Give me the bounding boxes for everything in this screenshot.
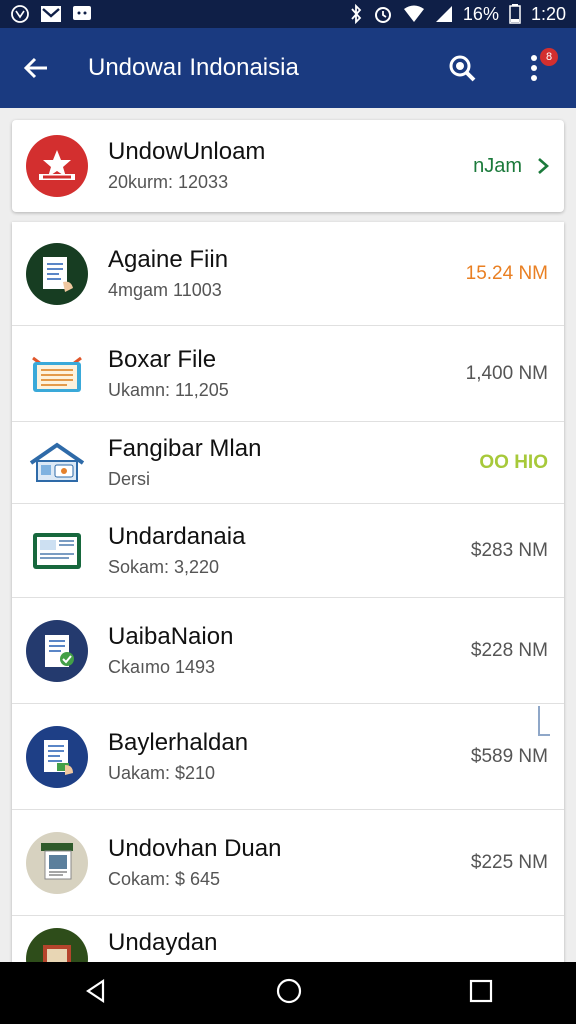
app-bar: Undowaı Indonaisia 8 (0, 28, 576, 108)
search-button[interactable] (444, 50, 480, 86)
item-list: Againe Fiin 4mgam 11003 15.24 NM Boxar F… (12, 222, 564, 982)
featured-card[interactable]: UndowUnloam 20kurm: 12033 nJam (12, 120, 564, 212)
featured-subtitle: 20kurm: 12033 (108, 172, 229, 192)
home-circle-icon[interactable] (275, 977, 303, 1010)
list-item[interactable]: Undovhan Duan Cokam: $ 645 $225 NM (12, 810, 564, 916)
list-item-value: $228 NM (470, 639, 548, 661)
list-item-title: Baylerhaldan (108, 728, 249, 756)
list-item[interactable]: Undardanaia Sokam: 3,220 $283 NM (12, 504, 564, 598)
list-item-text: Undovhan Duan Cokam: $ 645 (108, 834, 471, 892)
chevron-right-icon (538, 158, 549, 174)
status-left (10, 4, 92, 24)
list-item-value: $283 NM (470, 539, 548, 561)
list-item[interactable]: Baylerhaldan Uakam: $210 $589 NM (12, 704, 564, 810)
clock: 1:20 (530, 3, 566, 24)
scroll-indicator (538, 706, 550, 736)
list-item-subtitle: Dersi (108, 468, 151, 489)
list-item-title: Undaydan (108, 929, 218, 956)
list-item[interactable]: Boxar File Ukamn: 11,205 1,400 NM (12, 326, 564, 422)
notification-badge: 8 (540, 48, 558, 66)
list-item-title: UaibaNaion (108, 622, 234, 650)
list-item-title: Undovhan Duan (108, 834, 282, 862)
featured-title: UndowUnloam (108, 138, 266, 165)
list-item-text: Undardanaia Sokam: 3,220 (108, 522, 471, 580)
house-icon (26, 432, 88, 494)
list-item-title: Fangibar Mlan (108, 434, 262, 462)
back-triangle-icon[interactable] (83, 978, 109, 1009)
list-item-subtitle: Ckaımo 1493 (108, 656, 216, 677)
list-item-subtitle: Uakam: $210 (108, 762, 216, 783)
list-item-title: Undardanaia (108, 522, 246, 550)
battery-percent: 16% (462, 3, 499, 24)
more-options-button[interactable]: 8 (516, 48, 558, 86)
list-item-text: Fangibar Mlan Dersi (108, 434, 479, 492)
list-item-text: Boxar File Ukamn: 11,205 (108, 345, 466, 403)
list-item[interactable]: UaibaNaion Ckaımo 1493 $228 NM (12, 598, 564, 704)
list-item-text: Againe Fiin 4mgam 11003 (108, 245, 466, 303)
list-item-value: 15.24 NM (465, 262, 548, 284)
list-item-subtitle: 4mgam 11003 (108, 279, 222, 300)
search-icon (449, 55, 476, 82)
poster-icon (26, 831, 88, 894)
bluetooth-icon (349, 4, 363, 24)
list-item-text: Baylerhaldan Uakam: $210 (108, 728, 471, 786)
battery-icon (509, 4, 521, 24)
gmail-icon (40, 5, 62, 23)
featured-action[interactable]: nJam (473, 155, 522, 178)
list-item-value: $589 NM (470, 745, 548, 767)
list-item[interactable]: Fangibar Mlan Dersi OO HIO (12, 422, 564, 504)
back-arrow-icon (23, 57, 47, 79)
list-item-subtitle: Cokam: $ 645 (108, 868, 221, 889)
star-logo-icon (26, 135, 88, 197)
list-item-title: Boxar File (108, 345, 217, 373)
alarm-icon (373, 4, 393, 24)
app-actions: 8 (444, 48, 558, 86)
page-title: Undowaı Indonaisia (88, 54, 299, 81)
list-item[interactable]: Againe Fiin 4mgam 11003 15.24 NM (12, 222, 564, 326)
status-bar: 16% 1:20 (0, 0, 576, 28)
signal-icon (435, 5, 453, 23)
circle-phone-icon (10, 4, 30, 24)
navigation-bar (0, 962, 576, 1024)
list-item-subtitle: Ukamn: 11,205 (108, 379, 229, 400)
wifi-icon (403, 5, 425, 23)
recents-square-icon[interactable] (469, 979, 493, 1008)
message-icon (72, 5, 92, 23)
status-right: 16% 1:20 (349, 4, 566, 25)
featured-text: UndowUnloam 20kurm: 12033 (108, 137, 473, 195)
list-item-text: Undaydan (108, 928, 550, 958)
document-hand-icon (26, 725, 88, 788)
list-item-value: 1,400 NM (465, 362, 548, 384)
monitor-file-icon (26, 343, 88, 405)
list-item-value: OO HIO (479, 451, 548, 473)
list-item-text: UaibaNaion Ckaımo 1493 (108, 622, 471, 680)
list-item-title: Againe Fiin (108, 245, 229, 273)
list-item-value: $225 NM (470, 851, 548, 873)
back-button[interactable] (16, 48, 56, 88)
document-check-icon (26, 619, 88, 682)
document-hand-icon (26, 242, 88, 305)
list-item-subtitle: Sokam: 3,220 (108, 556, 220, 577)
tablet-icon (26, 520, 88, 582)
more-vert-icon (531, 55, 537, 81)
